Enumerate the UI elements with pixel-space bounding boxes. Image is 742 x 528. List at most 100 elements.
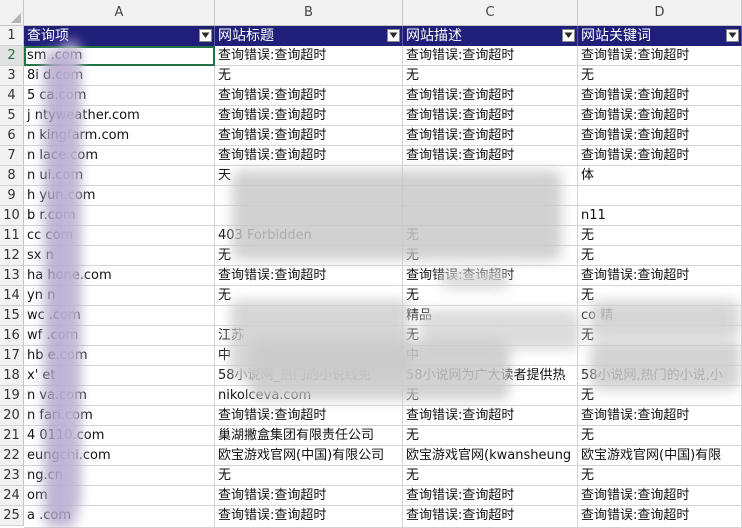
cell-b5[interactable]: 查询错误:查询超时: [215, 106, 403, 126]
cell-d11[interactable]: 无: [578, 226, 742, 246]
cell-b10[interactable]: [215, 206, 403, 226]
cell-d14[interactable]: 无: [578, 286, 742, 306]
cell-c25[interactable]: 查询错误:查询超时: [403, 506, 578, 528]
cell-a25[interactable]: a .com: [24, 506, 215, 528]
cell-b16[interactable]: 江苏: [215, 326, 403, 346]
cell-c10[interactable]: [403, 206, 578, 226]
column-header-b[interactable]: B: [215, 0, 403, 26]
cell-d6[interactable]: 查询错误:查询超时: [578, 126, 742, 146]
cell-d9[interactable]: [578, 186, 742, 206]
cell-d16[interactable]: 无: [578, 326, 742, 346]
row-number[interactable]: 10: [0, 206, 24, 226]
cell-d21[interactable]: 无: [578, 426, 742, 446]
cell-c21[interactable]: 无: [403, 426, 578, 446]
row-number[interactable]: 20: [0, 406, 24, 426]
cell-d4[interactable]: 查询错误:查询超时: [578, 86, 742, 106]
cell-d8[interactable]: 体: [578, 166, 742, 186]
cell-a6[interactable]: n kingfarm.com: [24, 126, 215, 146]
cell-c5[interactable]: 查询错误:查询超时: [403, 106, 578, 126]
cell-d13[interactable]: 查询错误:查询超时: [578, 266, 742, 286]
cell-d15[interactable]: co 精: [578, 306, 742, 326]
cell-c17[interactable]: 中: [403, 346, 578, 366]
cell-d3[interactable]: 无: [578, 66, 742, 86]
cell-a2[interactable]: sm .com: [24, 46, 215, 66]
cell-d20[interactable]: 查询错误:查询超时: [578, 406, 742, 426]
row-number[interactable]: 1: [0, 26, 24, 46]
cell-d22[interactable]: 欧宝游戏官网(中国)有限: [578, 446, 742, 466]
cell-a9[interactable]: h yun.com: [24, 186, 215, 206]
cell-b25[interactable]: 查询错误:查询超时: [215, 506, 403, 528]
cell-a10[interactable]: b r.com: [24, 206, 215, 226]
cell-a7[interactable]: n lace.com: [24, 146, 215, 166]
cell-d19[interactable]: 无: [578, 386, 742, 406]
row-number[interactable]: 15: [0, 306, 24, 326]
cell-b9[interactable]: [215, 186, 403, 206]
cell-b23[interactable]: 无: [215, 466, 403, 486]
cell-a16[interactable]: wf .com: [24, 326, 215, 346]
header-cell-d[interactable]: 网站关键词: [578, 26, 742, 46]
cell-c9[interactable]: [403, 186, 578, 206]
filter-dropdown-icon[interactable]: [726, 29, 739, 42]
cell-b17[interactable]: 中: [215, 346, 403, 366]
cell-a22[interactable]: eungchi.com: [24, 446, 215, 466]
cell-c15[interactable]: 精品: [403, 306, 578, 326]
cell-a17[interactable]: hb e.com: [24, 346, 215, 366]
row-number[interactable]: 13: [0, 266, 24, 286]
cell-a12[interactable]: sx n: [24, 246, 215, 266]
row-number[interactable]: 8: [0, 166, 24, 186]
cell-b24[interactable]: 查询错误:查询超时: [215, 486, 403, 506]
cell-b13[interactable]: 查询错误:查询超时: [215, 266, 403, 286]
cell-b4[interactable]: 查询错误:查询超时: [215, 86, 403, 106]
cell-c3[interactable]: 无: [403, 66, 578, 86]
cell-c6[interactable]: 查询错误:查询超时: [403, 126, 578, 146]
cell-c4[interactable]: 查询错误:查询超时: [403, 86, 578, 106]
row-number[interactable]: 9: [0, 186, 24, 206]
row-number[interactable]: 25: [0, 506, 24, 526]
row-number[interactable]: 18: [0, 366, 24, 386]
select-all-corner[interactable]: [0, 0, 24, 26]
cell-b21[interactable]: 巢湖撇盒集团有限责任公司: [215, 426, 403, 446]
cell-a23[interactable]: ng.cn: [24, 466, 215, 486]
cell-b14[interactable]: 无: [215, 286, 403, 306]
row-number[interactable]: 14: [0, 286, 24, 306]
cell-a21[interactable]: 4 0110.com: [24, 426, 215, 446]
cell-c18[interactable]: 58小说网为广大读者提供热: [403, 366, 578, 386]
filter-dropdown-icon[interactable]: [199, 29, 212, 42]
row-number[interactable]: 3: [0, 66, 24, 86]
row-number[interactable]: 4: [0, 86, 24, 106]
row-number[interactable]: 5: [0, 106, 24, 126]
cell-c20[interactable]: 查询错误:查询超时: [403, 406, 578, 426]
cell-a24[interactable]: om: [24, 486, 215, 506]
cell-c7[interactable]: 查询错误:查询超时: [403, 146, 578, 166]
cell-a3[interactable]: 8i d.com: [24, 66, 215, 86]
cell-d24[interactable]: 查询错误:查询超时: [578, 486, 742, 506]
row-number[interactable]: 12: [0, 246, 24, 266]
cell-c24[interactable]: 查询错误:查询超时: [403, 486, 578, 506]
cell-d25[interactable]: 查询错误:查询超时: [578, 506, 742, 528]
header-cell-a[interactable]: 查询项: [24, 26, 215, 46]
cell-a20[interactable]: n fari.com: [24, 406, 215, 426]
cell-d10[interactable]: n11: [578, 206, 742, 226]
cell-b15[interactable]: [215, 306, 403, 326]
cell-c19[interactable]: 无: [403, 386, 578, 406]
row-number[interactable]: 2: [0, 46, 24, 66]
row-number[interactable]: 6: [0, 126, 24, 146]
header-cell-c[interactable]: 网站描述: [403, 26, 578, 46]
cell-c16[interactable]: 无: [403, 326, 578, 346]
row-number[interactable]: 24: [0, 486, 24, 506]
cell-d5[interactable]: 查询错误:查询超时: [578, 106, 742, 126]
row-number[interactable]: 11: [0, 226, 24, 246]
column-header-d[interactable]: D: [578, 0, 742, 26]
cell-a13[interactable]: ha hone.com: [24, 266, 215, 286]
cell-a18[interactable]: x' et: [24, 366, 215, 386]
column-header-a[interactable]: A: [24, 0, 215, 26]
cell-b20[interactable]: 查询错误:查询超时: [215, 406, 403, 426]
cell-a5[interactable]: j ntyweather.com: [24, 106, 215, 126]
cell-c11[interactable]: 无: [403, 226, 578, 246]
cell-d23[interactable]: 无: [578, 466, 742, 486]
row-number[interactable]: 17: [0, 346, 24, 366]
cell-d2[interactable]: 查询错误:查询超时: [578, 46, 742, 66]
cell-b8[interactable]: 天: [215, 166, 403, 186]
cell-a19[interactable]: n va.com: [24, 386, 215, 406]
cell-d18[interactable]: 58小说网,热门的小说,小: [578, 366, 742, 386]
